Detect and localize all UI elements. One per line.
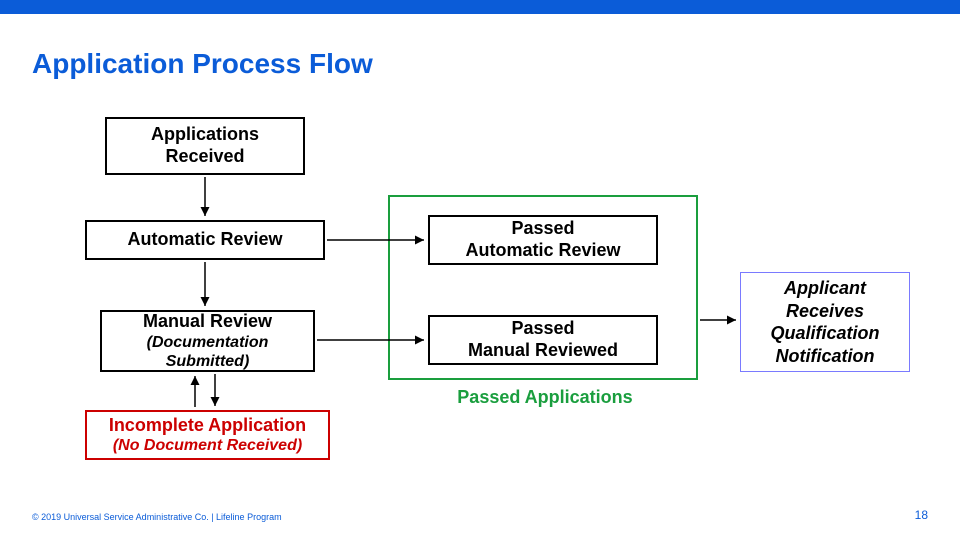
label: Passed Manual Reviewed: [468, 318, 618, 361]
label: Passed Automatic Review: [465, 218, 620, 261]
top-bar: [0, 0, 960, 14]
label: Automatic Review: [127, 229, 282, 251]
sub-label: (Documentation Submitted): [108, 333, 307, 371]
box-incomplete-application: Incomplete Application (No Document Rece…: [85, 410, 330, 460]
passed-apps-label: Passed Applications: [445, 387, 645, 408]
label: Incomplete Application: [109, 415, 306, 437]
footer-copyright: © 2019 Universal Service Administrative …: [32, 512, 282, 522]
box-notification: Applicant Receives Qualification Notific…: [740, 272, 910, 372]
page-number: 18: [915, 508, 928, 522]
box-applications-received: Applications Received: [105, 117, 305, 175]
label: Manual Review: [143, 311, 272, 333]
label: Applicant Receives Qualification Notific…: [745, 277, 905, 367]
box-passed-manual: Passed Manual Reviewed: [428, 315, 658, 365]
box-automatic-review: Automatic Review: [85, 220, 325, 260]
page-title: Application Process Flow: [32, 48, 373, 80]
sub-label: (No Document Received): [113, 436, 302, 455]
box-passed-auto: Passed Automatic Review: [428, 215, 658, 265]
box-manual-review: Manual Review (Documentation Submitted): [100, 310, 315, 372]
label: Applications Received: [151, 124, 259, 167]
